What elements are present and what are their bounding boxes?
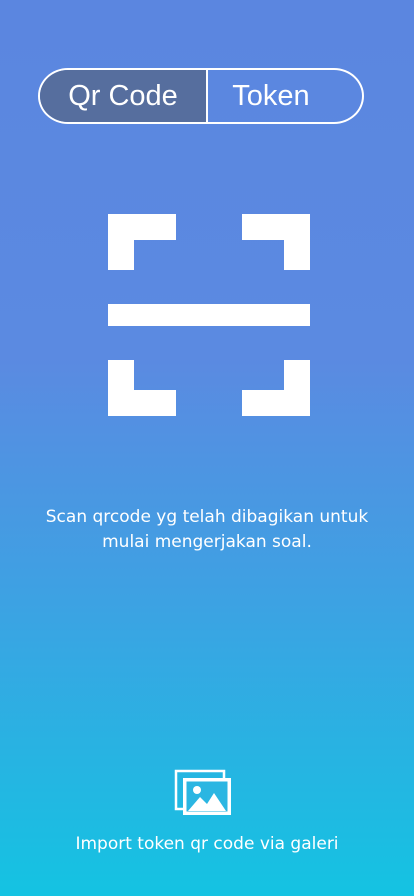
gallery-images-icon[interactable] xyxy=(174,769,234,817)
scanner-line xyxy=(108,304,310,326)
scanner-corner-top-right xyxy=(242,214,310,270)
scanner-corner-bottom-left xyxy=(108,360,176,416)
qr-scanner-frame xyxy=(108,214,310,416)
tab-qr-code[interactable]: Qr Code xyxy=(40,70,208,122)
scan-instruction: Scan qrcode yg telah dibagikan untuk mul… xyxy=(45,507,369,552)
tab-token[interactable]: Token xyxy=(208,70,362,122)
scanner-corner-top-left xyxy=(108,214,176,270)
mode-switch: Qr Code Token xyxy=(38,68,364,124)
scanner-corner-bottom-right xyxy=(242,360,310,416)
import-from-gallery-link[interactable]: Import token qr code via galeri xyxy=(20,833,394,855)
